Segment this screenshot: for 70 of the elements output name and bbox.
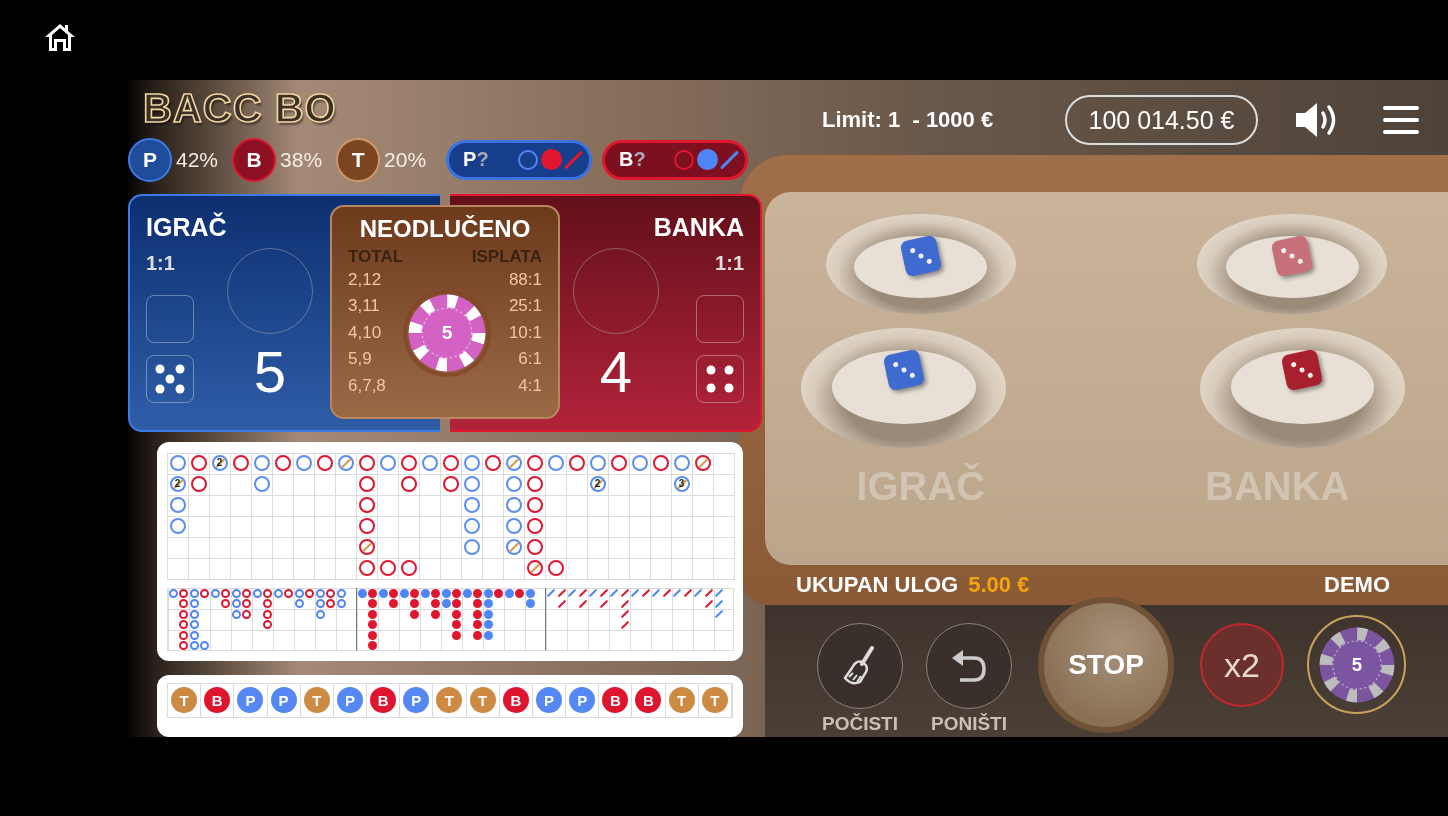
tie-bead: T — [171, 687, 198, 714]
total-bet-label: UKUPAN ULOG — [796, 572, 959, 597]
menu-icon[interactable] — [1383, 104, 1419, 136]
demo-label: DEMO — [1324, 572, 1390, 598]
tie-bead: T — [436, 687, 463, 714]
panel-title: IGRAČ — [146, 211, 227, 243]
home-icon[interactable] — [44, 22, 76, 52]
tie-count: 2 — [594, 479, 601, 490]
outcome-percent: 38% — [280, 147, 323, 172]
total-bet-amount: 5.00 € — [968, 572, 1030, 597]
outcome-percent: 20% — [384, 147, 427, 172]
tie-count: 2 — [174, 479, 181, 490]
score-value: 5 — [253, 341, 287, 402]
score-value: 4 — [599, 341, 633, 402]
bet-limit: Limit: 1 - 1000 € — [822, 107, 995, 133]
tie-bead: T — [303, 687, 330, 714]
column-header: ISPLATA — [471, 246, 542, 267]
tie-bead: T — [701, 687, 728, 714]
button-label: POČISTI — [822, 713, 898, 735]
tie-count: 3 — [678, 479, 685, 490]
panel-title: BANKA — [653, 211, 744, 243]
tie-bead: T — [668, 687, 695, 714]
player-bead: P — [270, 687, 297, 714]
outcome-percent: 42% — [176, 147, 219, 172]
tie-bead: T — [469, 687, 496, 714]
game-logo: BACC BO — [143, 86, 337, 132]
player-bead: P — [403, 687, 430, 714]
banker-bet-panel[interactable]: BANKA 1:1 4 — [560, 193, 762, 432]
banker-bead: B — [370, 687, 397, 714]
chip-icon: 5 — [1317, 625, 1396, 704]
player-bead: P — [336, 687, 363, 714]
player-bead: P — [237, 687, 264, 714]
player-bead: P — [535, 687, 562, 714]
prediction-button[interactable]: P? — [446, 139, 593, 180]
banker-bead: B — [502, 687, 529, 714]
total-cell-text: 2,12 — [348, 268, 383, 291]
chip-selector[interactable]: 5 — [1307, 615, 1406, 714]
prediction-label: P? — [463, 148, 490, 172]
die-slot — [696, 294, 744, 343]
outcome-badge: P — [128, 137, 172, 182]
total-cell-text: 5,9 — [348, 348, 373, 371]
tie-count: 2 — [216, 458, 223, 469]
double-button[interactable]: x2 — [1200, 623, 1284, 707]
payout-cell-text: 6:1 — [518, 348, 542, 371]
payout-cell-text: 25:1 — [508, 295, 542, 318]
outcome-badge: B — [232, 137, 277, 182]
total-cell-text: 6,7,8 — [348, 374, 386, 397]
total-cell-text: 3,11 — [348, 295, 381, 318]
banker-bead: B — [602, 687, 629, 714]
payout-cell-text: 4:1 — [518, 374, 542, 397]
panel-title: NEODLUČENO — [358, 213, 532, 244]
outcome-badge: T — [336, 137, 381, 182]
banker-bead: B — [635, 687, 662, 714]
chip-icon: 5 — [407, 293, 488, 374]
player-bet-panel[interactable]: IGRAČ 1:1 5 — [128, 193, 330, 432]
odds-label: 1:1 — [715, 251, 744, 275]
payout-cell-text: 10:1 — [508, 321, 542, 344]
undo-icon — [950, 648, 988, 684]
tie-bet-panel[interactable]: NEODLUČENO TOTAL ISPLATA 2,12 3,11 4,10 5,9 6,7,8 5 88:1 25:1 10:1 6:1 4:1 — [330, 204, 560, 419]
banker-bead: B — [204, 687, 231, 714]
button-label: PONIŠTI — [931, 713, 1007, 735]
odds-label: 1:1 — [146, 251, 176, 275]
payout-cell-text: 88:1 — [508, 268, 542, 291]
die-slot — [146, 294, 194, 343]
balance-display: 100 014.50 € — [1065, 95, 1258, 145]
prediction-button[interactable]: B? — [602, 139, 749, 180]
total-cell-text: 4,10 — [348, 321, 383, 344]
prediction-label: B? — [619, 148, 647, 172]
column-header: TOTAL — [348, 246, 404, 267]
player-bead: P — [569, 687, 596, 714]
